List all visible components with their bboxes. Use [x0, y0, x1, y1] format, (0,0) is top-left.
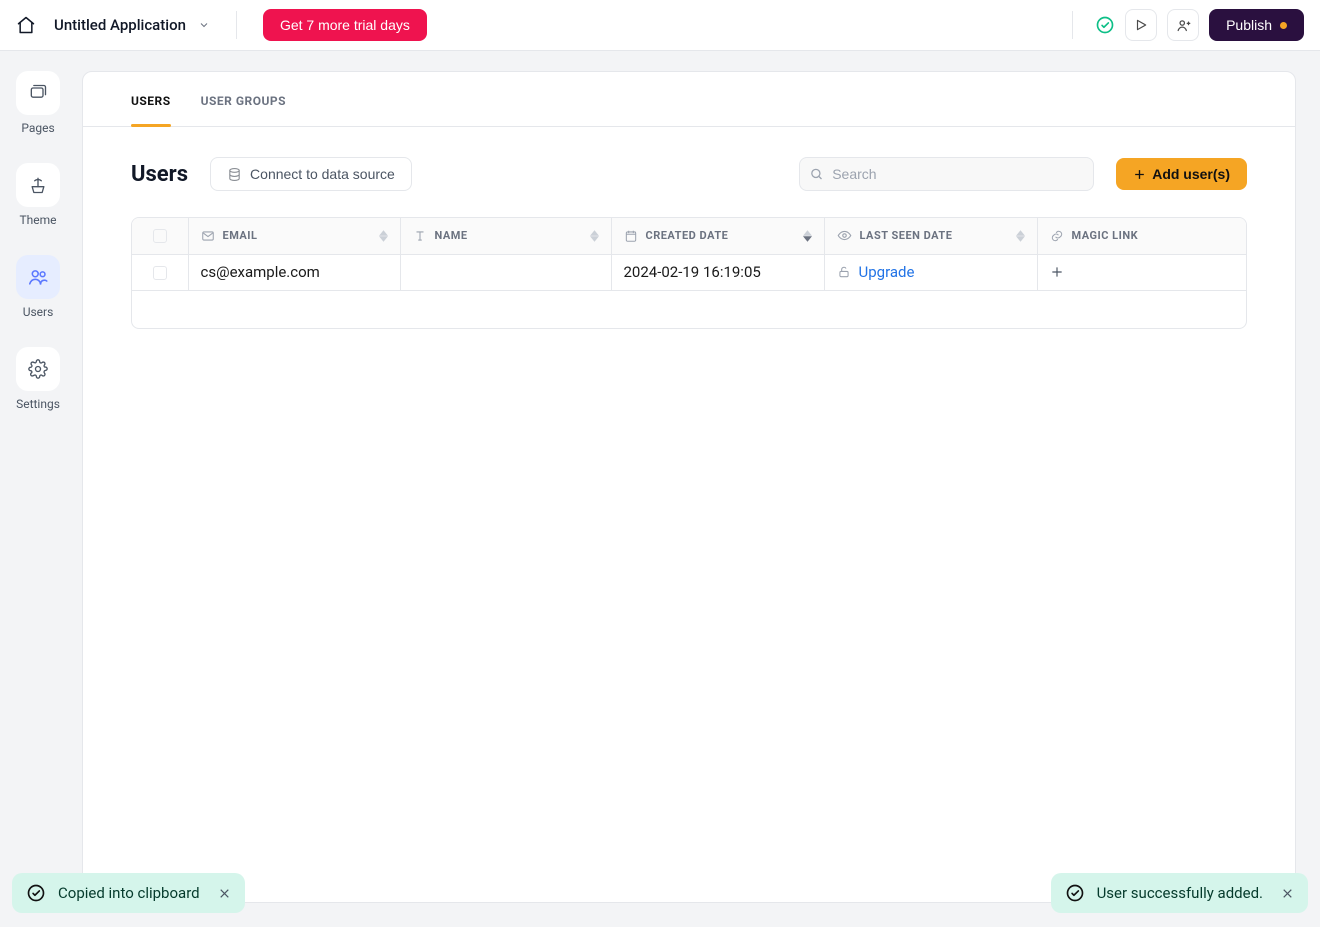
add-user-label: Add user(s)	[1152, 166, 1230, 182]
toast-text: User successfully added.	[1097, 884, 1263, 902]
header-label: LAST SEEN DATE	[860, 229, 953, 242]
sidebar: Pages Theme Users Settings	[0, 51, 76, 927]
table-header-row: EMAIL	[132, 218, 1246, 254]
toast-text: Copied into clipboard	[58, 884, 200, 902]
cell-created: 2024-02-19 16:19:05	[611, 254, 824, 290]
header-label: NAME	[435, 229, 468, 242]
home-icon[interactable]	[16, 15, 36, 35]
add-user-button[interactable]: Add user(s)	[1116, 158, 1247, 190]
sidebar-item-pages[interactable]: Pages	[16, 71, 60, 135]
preview-button[interactable]	[1125, 9, 1157, 41]
user-plus-icon	[1176, 18, 1191, 33]
table-row[interactable]: cs@example.com 2024-02-19 16:19:05 Upgra…	[132, 254, 1246, 290]
users-table: EMAIL	[131, 217, 1247, 329]
connect-button-label: Connect to data source	[250, 166, 395, 182]
database-icon	[227, 167, 242, 182]
connect-data-source-button[interactable]: Connect to data source	[210, 157, 412, 191]
trial-button-label: Get 7 more trial days	[280, 17, 410, 33]
chevron-down-icon	[198, 19, 210, 31]
play-icon	[1134, 18, 1148, 32]
publish-label: Publish	[1226, 17, 1272, 33]
col-email[interactable]: EMAIL	[188, 218, 400, 254]
header-label: EMAIL	[223, 229, 258, 242]
calendar-icon	[624, 229, 638, 243]
invite-user-button[interactable]	[1167, 9, 1199, 41]
gear-icon	[16, 347, 60, 391]
page-title: Users	[131, 162, 188, 187]
col-magic-link: MAGIC LINK	[1037, 218, 1246, 254]
search-icon	[809, 167, 824, 182]
sidebar-item-label: Users	[23, 305, 54, 319]
close-icon[interactable]	[1281, 887, 1294, 900]
theme-icon	[16, 163, 60, 207]
col-checkbox	[132, 218, 188, 254]
check-circle-icon	[1065, 883, 1085, 903]
publish-button[interactable]: Publish	[1209, 9, 1304, 41]
toast-clipboard: Copied into clipboard	[12, 873, 245, 913]
eye-icon	[837, 228, 852, 243]
trial-button[interactable]: Get 7 more trial days	[263, 9, 427, 41]
cell-name	[400, 254, 611, 290]
topbar-right: Publish	[1060, 9, 1304, 41]
col-created[interactable]: CREATED DATE	[611, 218, 824, 254]
tabs: USERS USER GROUPS	[83, 72, 1295, 127]
app-title-wrap[interactable]: Untitled Application	[54, 16, 210, 34]
mail-icon	[201, 229, 215, 243]
search-wrap	[799, 157, 1094, 191]
check-circle-icon	[26, 883, 46, 903]
text-icon	[413, 229, 427, 243]
plus-icon	[1133, 168, 1146, 181]
sort-icon	[590, 230, 599, 242]
sidebar-item-label: Settings	[16, 397, 60, 411]
separator	[236, 11, 237, 39]
main-panel: USERS USER GROUPS Users Connect to data …	[82, 71, 1296, 903]
link-icon	[1050, 229, 1064, 243]
users-icon	[16, 255, 60, 299]
cell-last-seen: Upgrade	[824, 254, 1037, 290]
sidebar-item-users[interactable]: Users	[16, 255, 60, 319]
row-checkbox[interactable]	[153, 266, 167, 280]
header-label: MAGIC LINK	[1072, 229, 1139, 242]
cell-magic-link[interactable]	[1037, 254, 1246, 290]
tab-user-groups[interactable]: USER GROUPS	[201, 72, 286, 126]
sort-icon	[803, 230, 812, 242]
sidebar-item-settings[interactable]: Settings	[16, 347, 60, 411]
col-name[interactable]: NAME	[400, 218, 611, 254]
toast-user-added: User successfully added.	[1051, 873, 1308, 913]
sidebar-item-label: Theme	[19, 213, 56, 227]
sort-icon	[379, 230, 388, 242]
topbar: Untitled Application Get 7 more trial da…	[0, 0, 1320, 51]
checkbox-all[interactable]	[153, 229, 167, 243]
pages-icon	[16, 71, 60, 115]
separator	[1072, 11, 1073, 39]
tab-users[interactable]: USERS	[131, 72, 171, 126]
sidebar-item-label: Pages	[21, 121, 54, 135]
table-spacer	[132, 290, 1246, 328]
upgrade-link[interactable]: Upgrade	[859, 263, 915, 281]
search-input[interactable]	[799, 157, 1094, 191]
status-dot-icon	[1280, 22, 1287, 29]
close-icon[interactable]	[218, 887, 231, 900]
sidebar-item-theme[interactable]: Theme	[16, 163, 60, 227]
lock-open-icon	[837, 265, 851, 279]
sort-icon	[1016, 230, 1025, 242]
app-title: Untitled Application	[54, 16, 186, 34]
cell-email: cs@example.com	[188, 254, 400, 290]
layout: Pages Theme Users Settings USERS USER GR…	[0, 51, 1320, 927]
status-check-icon[interactable]	[1095, 15, 1115, 35]
header-label: CREATED DATE	[646, 229, 729, 242]
plus-icon	[1050, 265, 1235, 279]
col-last-seen[interactable]: LAST SEEN DATE	[824, 218, 1037, 254]
content-header: Users Connect to data source Add user(s)	[83, 127, 1295, 207]
